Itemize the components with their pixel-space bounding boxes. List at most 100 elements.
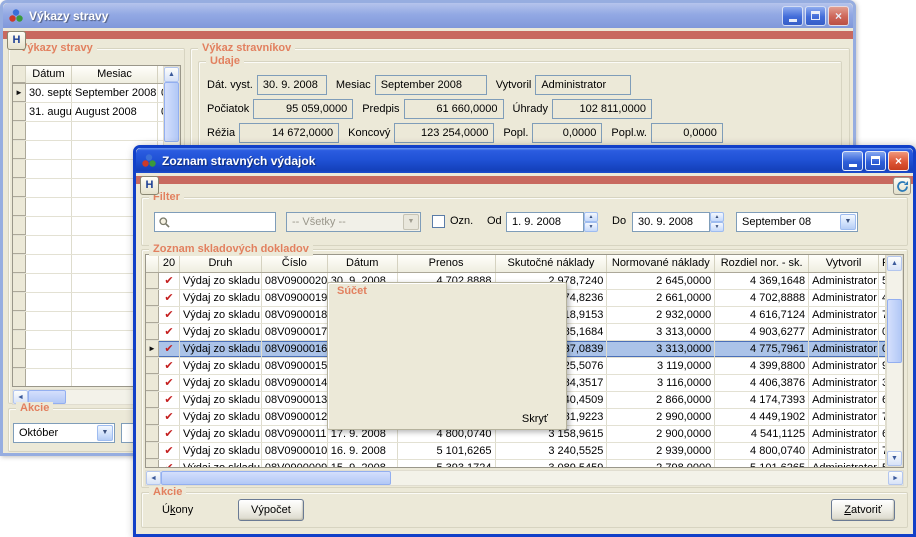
- column-header[interactable]: Rozdiel nor. - sk.: [715, 255, 809, 272]
- scroll-up-icon[interactable]: ▲: [164, 67, 179, 82]
- close-button[interactable]: ×: [828, 6, 849, 26]
- to-date-field[interactable]: 30. 9. 2008: [632, 212, 710, 232]
- scroll-up-icon[interactable]: ▲: [887, 256, 902, 271]
- row-selector[interactable]: [146, 307, 159, 323]
- scrollbar-thumb[interactable]: [887, 299, 902, 363]
- month-select[interactable]: Október ▼: [13, 423, 115, 443]
- spin-up-icon[interactable]: ▲: [584, 212, 598, 222]
- zatvorit-button[interactable]: Zatvoriť: [831, 499, 895, 521]
- chevron-down-icon[interactable]: ▼: [840, 214, 856, 230]
- checked-icon[interactable]: ✔: [159, 290, 180, 306]
- row-selector[interactable]: [146, 273, 159, 289]
- cell-druh: Výdaj zo skladu: [180, 307, 262, 323]
- field-value[interactable]: 14 672,0000: [239, 123, 339, 143]
- from-date-spinner[interactable]: ▲ ▼: [584, 212, 598, 232]
- field-value[interactable]: 61 660,0000: [404, 99, 504, 119]
- search-input[interactable]: [171, 216, 275, 228]
- column-header[interactable]: P.:: [879, 255, 886, 272]
- column-header[interactable]: Vytvoril: [809, 255, 879, 272]
- row-selector[interactable]: [146, 290, 159, 306]
- spin-down-icon[interactable]: ▼: [584, 222, 598, 232]
- vertical-scrollbar[interactable]: ▲ ▼: [886, 255, 903, 467]
- titlebar[interactable]: Zoznam stravných výdajok ×: [136, 148, 913, 173]
- h-button[interactable]: H: [7, 31, 26, 50]
- chevron-down-icon[interactable]: ▼: [97, 425, 113, 441]
- cell-vytvoril: Administrator: [809, 426, 879, 442]
- maximize-button[interactable]: [865, 151, 886, 171]
- checked-icon[interactable]: ✔: [159, 324, 180, 340]
- scrollbar-thumb[interactable]: [164, 82, 179, 142]
- ukony-menu[interactable]: Úkony: [162, 504, 193, 516]
- group-filter: Filter -- Všetky -- ▼ Ozn. Od 1. 9. 2008…: [141, 197, 908, 246]
- column-header[interactable]: Prenos: [398, 255, 496, 272]
- spin-down-icon[interactable]: ▼: [710, 222, 724, 232]
- scroll-right-icon[interactable]: ►: [888, 471, 903, 485]
- scrollbar-thumb[interactable]: [161, 471, 391, 485]
- checked-icon[interactable]: ✔: [159, 375, 180, 391]
- row-selector[interactable]: [146, 443, 159, 459]
- row-selector[interactable]: [146, 392, 159, 408]
- to-date-spinner[interactable]: ▲ ▼: [710, 212, 724, 232]
- maximize-button[interactable]: [805, 6, 826, 26]
- checked-icon[interactable]: ✔: [159, 392, 180, 408]
- type-select[interactable]: -- Všetky -- ▼: [286, 212, 421, 232]
- checked-icon[interactable]: ✔: [159, 273, 180, 289]
- hide-button[interactable]: Skryť: [522, 413, 548, 425]
- checked-icon[interactable]: ✔: [159, 460, 180, 468]
- column-header[interactable]: Skutočné náklady: [496, 255, 608, 272]
- table-row[interactable]: 31. augusAugust 20080: [13, 103, 180, 122]
- horizontal-scrollbar[interactable]: ◄ ►: [145, 470, 904, 486]
- table-row[interactable]: ✔Výdaj zo skladu08V090000915. 9. 20085 3…: [146, 460, 886, 468]
- checked-icon[interactable]: ✔: [159, 409, 180, 425]
- row-selector[interactable]: [146, 409, 159, 425]
- row-selector[interactable]: ►: [146, 341, 159, 357]
- cell-normovane: 2 798,0000: [607, 460, 715, 468]
- field-value[interactable]: Administrator: [535, 75, 631, 95]
- row-selector[interactable]: [146, 460, 159, 468]
- scroll-left-icon[interactable]: ◄: [146, 471, 161, 485]
- row-selector[interactable]: [13, 103, 26, 121]
- titlebar[interactable]: Výkazy stravy ×: [3, 3, 853, 28]
- field-value[interactable]: September 2008: [375, 75, 487, 95]
- spin-up-icon[interactable]: ▲: [710, 212, 724, 222]
- checked-icon[interactable]: ✔: [159, 443, 180, 459]
- row-selector[interactable]: [146, 324, 159, 340]
- table-row[interactable]: ✔Výdaj zo skladu08V090001016. 9. 20085 1…: [146, 443, 886, 460]
- row-selector[interactable]: [146, 358, 159, 374]
- checked-icon[interactable]: ✔: [159, 307, 180, 323]
- checked-icon[interactable]: ✔: [159, 426, 180, 442]
- checked-icon[interactable]: ✔: [159, 341, 180, 357]
- month-select[interactable]: September 08 ▼: [736, 212, 858, 232]
- field-row: Počiatok95 059,0000Predpis61 660,0000Úhr…: [207, 98, 837, 119]
- field-value[interactable]: 102 811,0000: [552, 99, 652, 119]
- field-value[interactable]: 95 059,0000: [253, 99, 353, 119]
- column-header[interactable]: Mesiac: [72, 66, 158, 83]
- row-selector[interactable]: [146, 426, 159, 442]
- h-button[interactable]: H: [140, 176, 159, 195]
- search-field[interactable]: [154, 212, 276, 232]
- column-header[interactable]: Normované náklady: [607, 255, 715, 272]
- row-selector[interactable]: [146, 375, 159, 391]
- checked-icon[interactable]: ✔: [159, 358, 180, 374]
- minimize-button[interactable]: [782, 6, 803, 26]
- refresh-button[interactable]: [893, 177, 911, 195]
- column-header[interactable]: Dátum: [328, 255, 398, 272]
- field-value[interactable]: 0,0000: [651, 123, 723, 143]
- vypocet-button[interactable]: Výpočet: [238, 499, 304, 521]
- row-selector[interactable]: ►: [13, 84, 26, 102]
- maximize-icon: [871, 156, 880, 165]
- minimize-button[interactable]: [842, 151, 863, 171]
- field-value[interactable]: 0,0000: [532, 123, 602, 143]
- field-value[interactable]: 123 254,0000: [394, 123, 494, 143]
- table-row[interactable]: ►30. septeSeptember 20080: [13, 84, 180, 103]
- column-header[interactable]: 20: [159, 255, 180, 272]
- close-button[interactable]: ×: [888, 151, 909, 171]
- column-header[interactable]: [146, 255, 159, 272]
- column-header[interactable]: Číslo: [262, 255, 328, 272]
- column-header[interactable]: Druh: [180, 255, 262, 272]
- field-value[interactable]: 30. 9. 2008: [257, 75, 327, 95]
- ozn-checkbox[interactable]: [432, 215, 445, 228]
- from-date-field[interactable]: 1. 9. 2008: [506, 212, 584, 232]
- scroll-down-icon[interactable]: ▼: [887, 451, 902, 466]
- column-header[interactable]: Dátum: [26, 66, 72, 83]
